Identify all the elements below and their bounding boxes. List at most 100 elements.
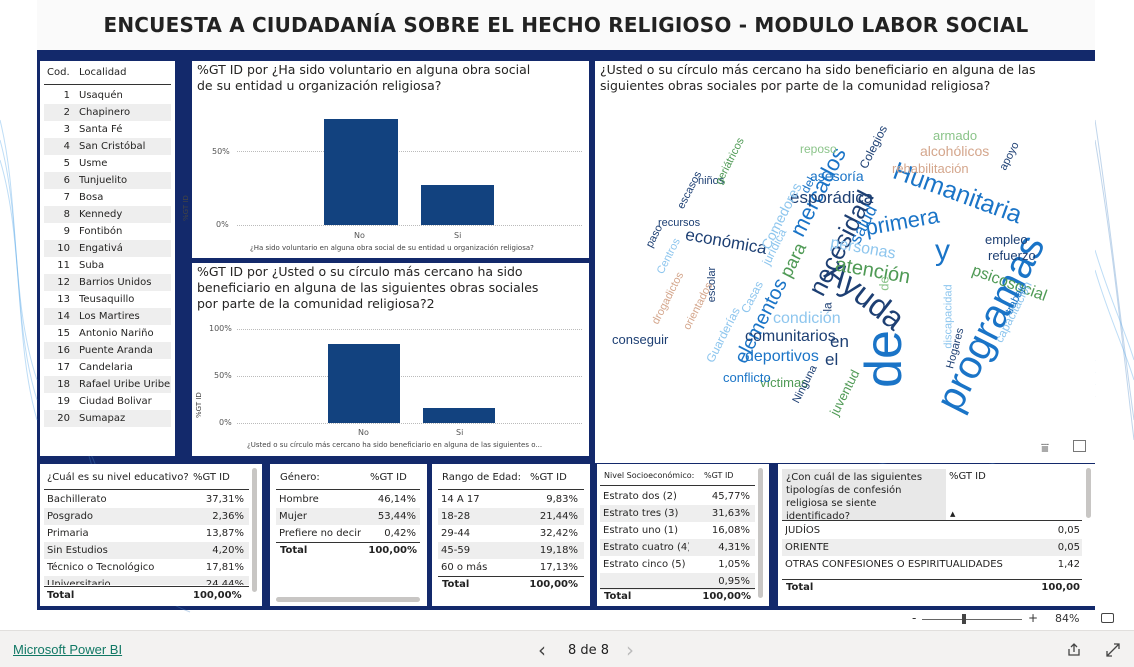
wordcloud-word[interactable]: de	[877, 276, 892, 290]
localidad-row[interactable]: 9 Fontibón	[44, 223, 171, 240]
wordcloud-word[interactable]: y	[935, 236, 950, 266]
table-row[interactable]: Estrato uno (1) 16,08%	[600, 522, 755, 539]
wordcloud-word[interactable]: rehabilitación	[892, 162, 969, 175]
fit-to-page-icon[interactable]	[1101, 613, 1114, 623]
fullscreen-icon[interactable]	[1105, 642, 1121, 658]
column-header[interactable]: Rango de Edad:	[442, 472, 521, 483]
wordcloud-word[interactable]: empleo	[985, 233, 1028, 246]
table-row[interactable]: Mujer 53,44%	[276, 508, 420, 525]
wordcloud-word[interactable]: económica	[684, 225, 768, 258]
wordcloud-word[interactable]: apoyo	[997, 140, 1021, 172]
column-header-cod[interactable]: Cod.	[47, 67, 70, 78]
vertical-scrollbar[interactable]	[758, 468, 763, 598]
horizontal-scrollbar[interactable]	[276, 597, 420, 602]
wordcloud-word[interactable]: asesoría	[810, 169, 864, 183]
localidad-row[interactable]: 8 Kennedy	[44, 206, 171, 223]
share-icon[interactable]	[1066, 642, 1082, 658]
wordcloud-word[interactable]: la	[821, 302, 835, 311]
column-header[interactable]: ¿Cuál es su nivel educativo?	[47, 472, 189, 483]
localidad-row[interactable]: 3 Santa Fé	[44, 121, 171, 138]
wordcloud-word[interactable]: recursos	[658, 218, 700, 229]
bar-si[interactable]	[421, 185, 494, 225]
localidad-row[interactable]: 7 Bosa	[44, 189, 171, 206]
filter-icon[interactable]: ⩸	[1041, 441, 1049, 456]
zoom-in-button[interactable]: +	[1028, 611, 1038, 625]
table-row[interactable]: Técnico o Tecnológico 17,81%	[44, 559, 249, 576]
localidad-row[interactable]: 19 Ciudad Bolivar	[44, 393, 171, 410]
table-row[interactable]: Bachillerato 37,31%	[44, 491, 249, 508]
wordcloud-word[interactable]: reposo	[800, 143, 837, 155]
localidad-row[interactable]: 6 Tunjuelito	[44, 172, 171, 189]
localidad-row[interactable]: 20 Sumapaz	[44, 410, 171, 427]
wordcloud-word[interactable]: armado	[933, 129, 977, 142]
bar-si[interactable]	[423, 408, 495, 423]
column-header[interactable]: Nivel Socioeconómico:	[604, 471, 694, 480]
table-row[interactable]: OTRAS CONFESIONES O ESPIRITUALIDADES 1,42	[782, 556, 1082, 573]
focus-mode-icon[interactable]	[1073, 440, 1086, 452]
table-row[interactable]: Prefiere no decir 0,42%	[276, 525, 420, 542]
column-header[interactable]: Género:	[280, 472, 320, 483]
table-row[interactable]: Sin Estudios 4,20%	[44, 542, 249, 559]
wordcloud-word[interactable]: alcohólicos	[920, 144, 989, 158]
table-row[interactable]: Universitario 24,44%	[44, 576, 249, 585]
table-row[interactable]: Primaria 13,87%	[44, 525, 249, 542]
localidad-row[interactable]: 13 Teusaquillo	[44, 291, 171, 308]
zoom-slider-track[interactable]	[922, 619, 1022, 620]
table-row[interactable]: Estrato cinco (5) 1,05%	[600, 556, 755, 573]
wordcloud-word[interactable]: juventud	[827, 367, 863, 418]
zoom-slider-handle[interactable]	[962, 614, 966, 624]
column-header[interactable]: %GT ID	[370, 472, 407, 483]
column-header-localidad[interactable]: Localidad	[79, 67, 127, 78]
column-header[interactable]: ¿Con cuál de las siguientes tipologías d…	[786, 471, 936, 523]
localidad-row[interactable]: 5 Usme	[44, 155, 171, 172]
localidad-row[interactable]: 11 Suba	[44, 257, 171, 274]
table-row[interactable]: JUDÍOS 0,05	[782, 522, 1082, 539]
localidad-row[interactable]: 18 Rafael Uribe Uribe	[44, 376, 171, 393]
wordcloud-word[interactable]: conseguir	[612, 333, 668, 346]
wordcloud-word[interactable]: deportivos	[745, 349, 819, 365]
zoom-out-button[interactable]: -	[912, 611, 916, 625]
vertical-scrollbar[interactable]	[252, 468, 257, 592]
localidad-row[interactable]: 4 San Cristóbal	[44, 138, 171, 155]
column-header[interactable]: %GT ID	[704, 471, 733, 480]
table-row[interactable]: 18-28 21,44%	[438, 508, 584, 525]
wordcloud-word[interactable]: condición	[773, 311, 841, 327]
vertical-scrollbar[interactable]	[1086, 468, 1091, 518]
localidad-row[interactable]: 10 Engativá	[44, 240, 171, 257]
column-header[interactable]: %GT ID	[193, 472, 230, 483]
column-header[interactable]: %GT ID	[530, 472, 567, 483]
wordcloud-word[interactable]: el	[825, 351, 838, 368]
bar-no[interactable]	[324, 119, 398, 225]
wordcloud-word[interactable]: Centros	[655, 236, 683, 276]
localidad-row[interactable]: 14 Los Martires	[44, 308, 171, 325]
table-row[interactable]: 29-44 32,42%	[438, 525, 584, 542]
wordcloud-word[interactable]: geriátricos	[713, 136, 747, 187]
table-row[interactable]: Estrato dos (2) 45,77%	[600, 488, 755, 505]
table-row[interactable]: 14 A 17 9,83%	[438, 491, 584, 508]
bar-no[interactable]	[328, 344, 400, 423]
table-row[interactable]: Estrato cuatro (4) 4,31%	[600, 539, 755, 556]
localidad-row[interactable]: 1 Usaquén	[44, 87, 171, 104]
wordcloud-word[interactable]: comunitarios	[745, 329, 836, 345]
table-row[interactable]: 45-59 19,18%	[438, 542, 584, 559]
table-row[interactable]: Posgrado 2,36%	[44, 508, 249, 525]
table-row[interactable]: Estrato tres (3) 31,63%	[600, 505, 755, 522]
power-bi-link[interactable]: Microsoft Power BI	[13, 642, 122, 657]
wordcloud-word[interactable]: conflicto	[723, 371, 771, 384]
table-row[interactable]: Hombre 46,14%	[276, 491, 420, 508]
prev-page-button[interactable]: ‹	[538, 638, 546, 662]
table-row[interactable]: 60 o más 17,13%	[438, 559, 584, 576]
localidad-row[interactable]: 16 Puente Aranda	[44, 342, 171, 359]
wordcloud-word[interactable]: de	[855, 330, 913, 388]
localidad-row[interactable]: 17 Candelaria	[44, 359, 171, 376]
localidad-row[interactable]: 15 Antonio Nariño	[44, 325, 171, 342]
localidad-row[interactable]: 12 Barrios Unidos	[44, 274, 171, 291]
table-row[interactable]: ORIENTE 0,05	[782, 539, 1082, 556]
wordcloud-word[interactable]: refuerzo	[988, 249, 1036, 262]
column-header[interactable]: %GT ID	[949, 471, 986, 482]
sort-icon[interactable]: ▲	[950, 510, 955, 518]
wordcloud-word[interactable]: drogadictos	[650, 270, 687, 326]
next-page-button[interactable]: ›	[626, 638, 634, 662]
wordcloud-word[interactable]: orientados	[681, 281, 715, 332]
wordcloud-word[interactable]: Colegios	[857, 123, 891, 171]
